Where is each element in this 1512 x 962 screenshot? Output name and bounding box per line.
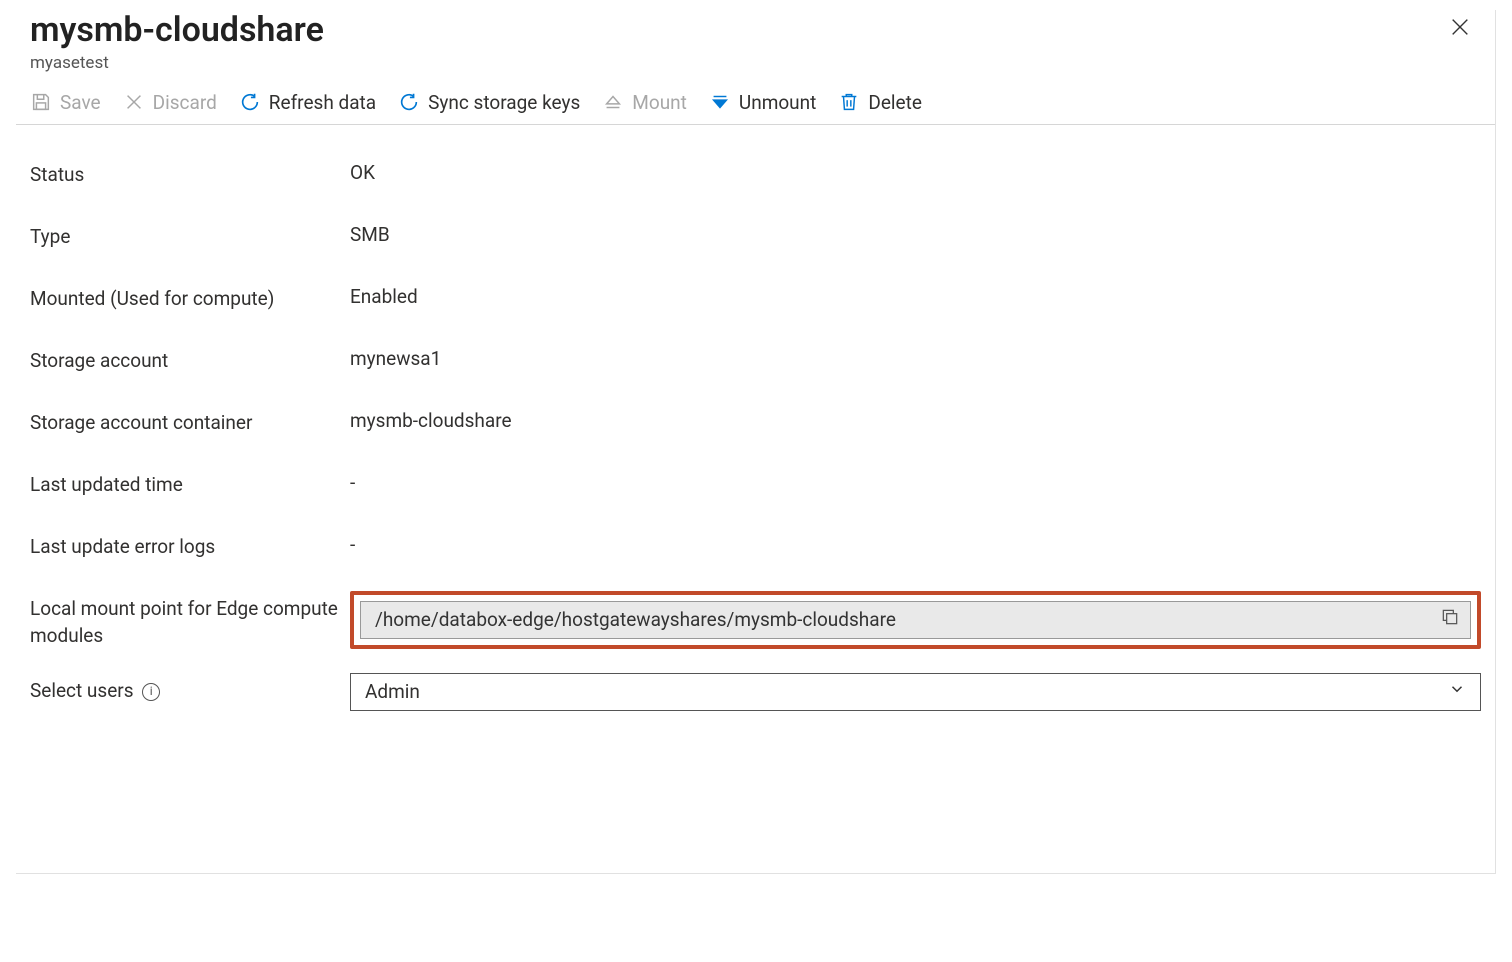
- label-type: Type: [30, 219, 350, 251]
- value-storage-container: mysmb-cloudshare: [350, 405, 1481, 432]
- sync-button[interactable]: Sync storage keys: [398, 91, 580, 114]
- local-mount-copybox: /home/databox-edge/hostgatewayshares/mys…: [360, 601, 1471, 639]
- sync-icon: [398, 91, 420, 113]
- row-storage-account: Storage account mynewsa1: [30, 341, 1481, 403]
- refresh-button[interactable]: Refresh data: [239, 91, 376, 114]
- sync-label: Sync storage keys: [428, 91, 580, 114]
- copy-button[interactable]: [1440, 607, 1460, 632]
- label-mounted: Mounted (Used for compute): [30, 281, 350, 313]
- discard-button: Discard: [123, 91, 217, 114]
- mount-button: Mount: [602, 91, 687, 114]
- breadcrumb-subtitle: myasetest: [30, 53, 324, 73]
- row-mounted: Mounted (Used for compute) Enabled: [30, 279, 1481, 341]
- value-status: OK: [350, 157, 1481, 184]
- save-icon: [30, 91, 52, 113]
- label-select-users: Select users i: [30, 673, 350, 705]
- discard-label: Discard: [153, 91, 217, 114]
- toolbar: Save Discard Refresh data: [16, 73, 1495, 125]
- value-last-error-logs: -: [350, 529, 1481, 556]
- page-title: mysmb-cloudshare: [30, 10, 324, 51]
- delete-icon: [838, 91, 860, 113]
- label-last-updated: Last updated time: [30, 467, 350, 499]
- unmount-icon: [709, 91, 731, 113]
- row-type: Type SMB: [30, 217, 1481, 279]
- local-mount-highlight: /home/databox-edge/hostgatewayshares/mys…: [350, 591, 1481, 649]
- delete-label: Delete: [868, 91, 922, 114]
- label-select-users-text: Select users: [30, 679, 134, 702]
- label-last-error-logs: Last update error logs: [30, 529, 350, 561]
- value-type: SMB: [350, 219, 1481, 246]
- close-icon: [1449, 16, 1471, 38]
- row-last-error-logs: Last update error logs -: [30, 527, 1481, 589]
- details-section: Status OK Type SMB Mounted (Used for com…: [16, 155, 1495, 733]
- unmount-label: Unmount: [739, 91, 817, 114]
- refresh-icon: [239, 91, 261, 113]
- value-last-updated: -: [350, 467, 1481, 494]
- refresh-label: Refresh data: [269, 91, 376, 114]
- mount-icon: [602, 91, 624, 113]
- row-storage-container: Storage account container mysmb-cloudsha…: [30, 403, 1481, 465]
- row-last-updated: Last updated time -: [30, 465, 1481, 527]
- row-select-users: Select users i Admin: [30, 671, 1481, 733]
- value-storage-account: mynewsa1: [350, 343, 1481, 370]
- row-local-mount: Local mount point for Edge compute modul…: [30, 589, 1481, 651]
- save-label: Save: [60, 91, 101, 114]
- discard-icon: [123, 91, 145, 113]
- select-users-value: Admin: [365, 680, 420, 703]
- label-status: Status: [30, 157, 350, 189]
- header-row: mysmb-cloudshare myasetest: [16, 10, 1495, 73]
- mount-label: Mount: [632, 91, 687, 114]
- row-status: Status OK: [30, 155, 1481, 217]
- label-storage-account: Storage account: [30, 343, 350, 375]
- chevron-down-icon: [1448, 680, 1466, 703]
- save-button: Save: [30, 91, 101, 114]
- info-icon[interactable]: i: [142, 683, 160, 701]
- close-button[interactable]: [1449, 10, 1481, 44]
- share-detail-panel: mysmb-cloudshare myasetest Save: [16, 10, 1496, 874]
- unmount-button[interactable]: Unmount: [709, 91, 817, 114]
- title-block: mysmb-cloudshare myasetest: [30, 10, 324, 73]
- value-local-mount: /home/databox-edge/hostgatewayshares/mys…: [375, 608, 1440, 631]
- label-storage-container: Storage account container: [30, 405, 350, 437]
- select-users-dropdown[interactable]: Admin: [350, 673, 1481, 711]
- value-mounted: Enabled: [350, 281, 1481, 308]
- select-users-wrap: Admin: [350, 673, 1481, 711]
- label-local-mount: Local mount point for Edge compute modul…: [30, 591, 350, 650]
- delete-button[interactable]: Delete: [838, 91, 922, 114]
